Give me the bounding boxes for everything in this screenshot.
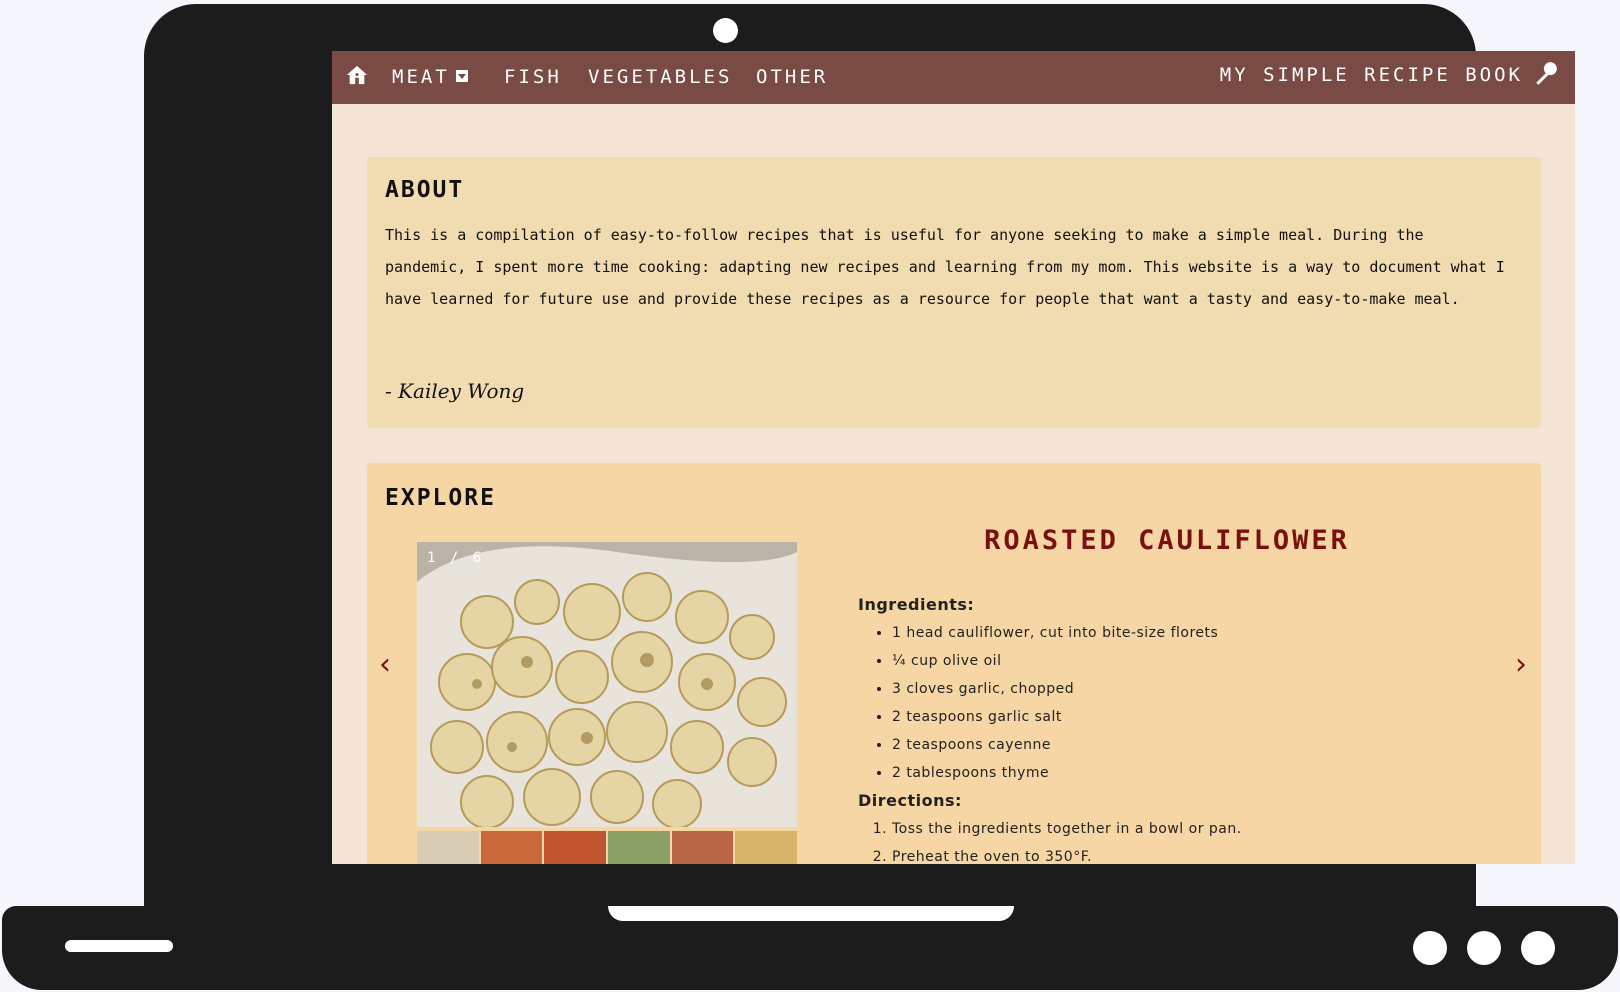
explore-title: EXPLORE <box>385 485 496 511</box>
recipe-title: ROASTED CAULIFLOWER <box>984 525 1350 556</box>
chevron-down-icon <box>455 69 468 82</box>
laptop-base <box>2 906 1618 990</box>
thumbnail-strip <box>417 831 797 864</box>
nav-item-meat[interactable]: MEAT <box>392 66 468 88</box>
carousel-prev-arrow[interactable]: ‹ <box>379 650 391 680</box>
directions-list: Toss the ingredients together in a bowl … <box>858 815 1478 864</box>
directions-heading: Directions: <box>858 791 962 810</box>
ingredient-item: 2 teaspoons garlic salt <box>892 703 1478 731</box>
base-dot <box>1413 931 1447 965</box>
ingredient-item: 3 cloves garlic, chopped <box>892 675 1478 703</box>
thumbnail[interactable] <box>544 831 607 864</box>
site-brand[interactable]: MY SIMPLE RECIPE BOOK <box>1220 64 1523 86</box>
base-dot <box>1467 931 1501 965</box>
browser-viewport: MEAT FISH VEGETABLES OTHER MY SIMPLE REC… <box>332 51 1575 864</box>
about-card: ABOUT This is a compilation of easy-to-f… <box>367 157 1541 428</box>
nav-item-other[interactable]: OTHER <box>756 66 828 88</box>
about-text: This is a compilation of easy-to-follow … <box>385 226 1505 308</box>
recipe-details: Ingredients: 1 head cauliflower, cut int… <box>858 591 1478 864</box>
cauliflower-photo <box>417 542 797 827</box>
signature: - Kailey Wong <box>385 379 525 403</box>
pin-icon <box>1536 62 1557 85</box>
ingredients-heading: Ingredients: <box>858 595 975 614</box>
nav-item-fish[interactable]: FISH <box>504 66 562 88</box>
home-icon[interactable] <box>346 64 368 86</box>
base-slot <box>65 940 173 952</box>
direction-step: Preheat the oven to 350°F. <box>892 843 1478 864</box>
ingredient-item: 2 tablespoons thyme <box>892 759 1478 787</box>
nav-item-vegetables[interactable]: VEGETABLES <box>588 66 732 88</box>
ingredient-item: 1 head cauliflower, cut into bite-size f… <box>892 619 1478 647</box>
top-navbar: MEAT FISH VEGETABLES OTHER MY SIMPLE REC… <box>332 51 1575 104</box>
laptop-lid: MEAT FISH VEGETABLES OTHER MY SIMPLE REC… <box>144 4 1575 908</box>
about-title: ABOUT <box>385 177 465 203</box>
explore-card: EXPLORE ‹ › 1 / 6 ROASTED CAULIFLOWER In… <box>367 463 1541 864</box>
ingredient-item: 2 teaspoons cayenne <box>892 731 1478 759</box>
thumbnail[interactable] <box>608 831 670 864</box>
webcam <box>713 18 738 43</box>
thumbnail[interactable] <box>735 831 797 864</box>
slide-counter: 1 / 6 <box>427 550 485 566</box>
recipe-photo: 1 / 6 <box>417 542 797 827</box>
hinge-notch <box>608 906 1014 921</box>
ingredient-item: ¼ cup olive oil <box>892 647 1478 675</box>
direction-step: Toss the ingredients together in a bowl … <box>892 815 1478 843</box>
thumbnail[interactable] <box>417 831 479 864</box>
thumbnail[interactable] <box>480 831 543 864</box>
base-dot <box>1521 931 1555 965</box>
ingredients-list: 1 head cauliflower, cut into bite-size f… <box>858 619 1478 787</box>
thumbnail[interactable] <box>671 831 734 864</box>
carousel-next-arrow[interactable]: › <box>1515 650 1527 680</box>
